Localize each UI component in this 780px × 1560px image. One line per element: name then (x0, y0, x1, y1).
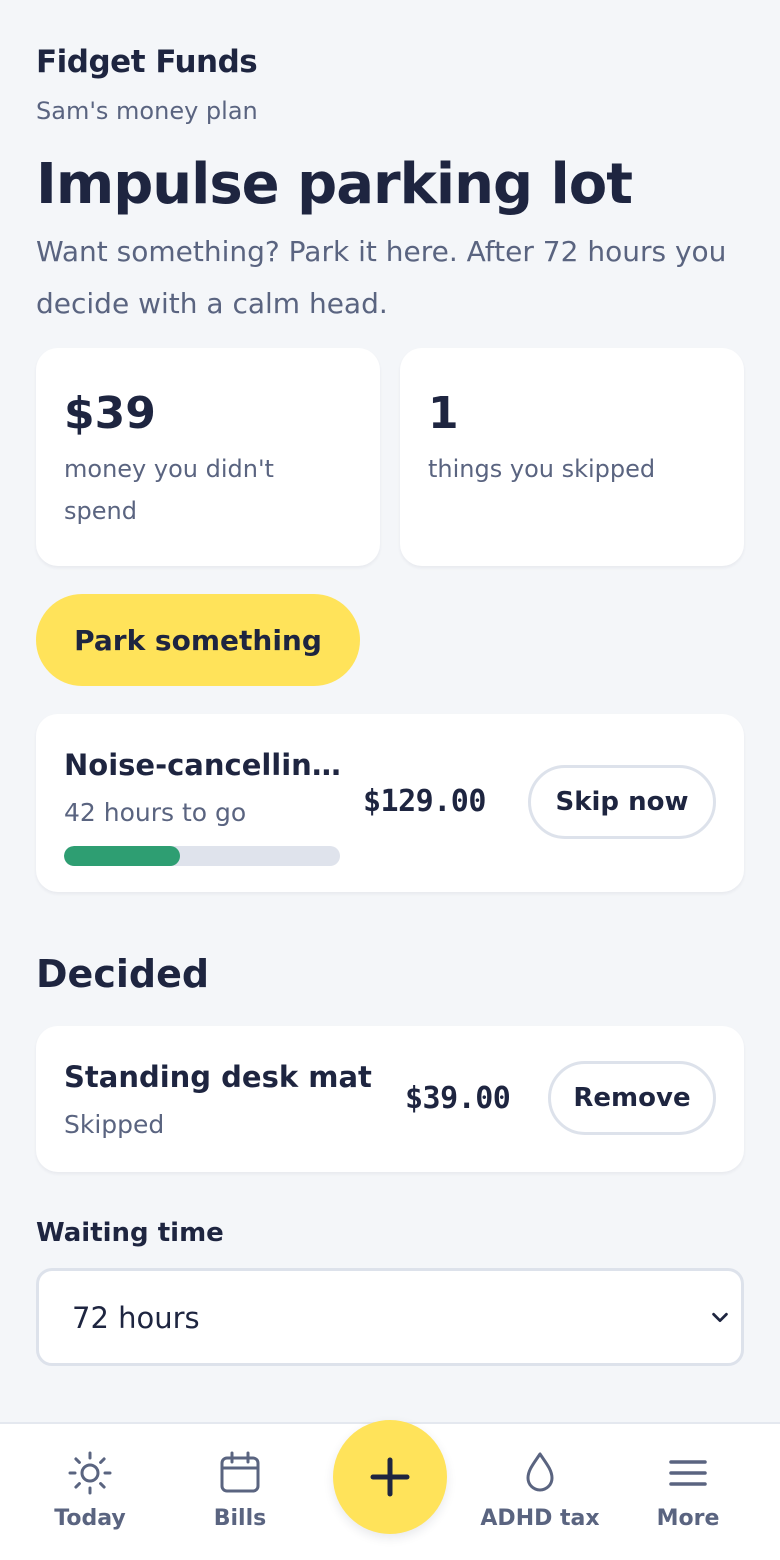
app-subtitle: Sam's money plan (36, 97, 258, 125)
stat-label: money you didn't spend (64, 455, 274, 525)
menu-icon (669, 1460, 707, 1486)
nav-label: ADHD tax (480, 1506, 600, 1531)
add-button[interactable] (333, 1420, 447, 1534)
waiting-item-card: Noise-cancelling headphones 42 hours to … (36, 714, 744, 892)
skip-now-button[interactable]: Skip now (528, 765, 716, 839)
item-countdown: 42 hours to go (64, 798, 247, 827)
waiting-time-value: 72 hours (72, 1301, 200, 1335)
nav-item-more[interactable]: More (618, 1424, 758, 1560)
wait-progress-fill (64, 846, 180, 866)
item-price: $129.00 (363, 784, 486, 819)
item-price: $39.00 (405, 1081, 511, 1116)
stat-value: $39 (64, 388, 156, 439)
stat-value: 1 (428, 388, 459, 439)
nav-item-adhd-tax[interactable]: ADHD tax (470, 1424, 610, 1560)
plus-icon (370, 1457, 410, 1497)
calendar-icon (220, 1451, 260, 1493)
app-name: Fidget Funds (36, 44, 258, 80)
remove-button[interactable]: Remove (548, 1061, 716, 1135)
park-something-button[interactable]: Park something (36, 594, 360, 686)
stat-label: things you skipped (428, 455, 656, 483)
wait-progress-bar (64, 846, 340, 866)
stat-card-money-saved: $39 money you didn't spend (36, 348, 380, 566)
nav-label: More (656, 1506, 720, 1531)
drop-icon (526, 1452, 554, 1492)
decided-section-title: Decided (36, 952, 210, 996)
decided-item-card: Standing desk mat Skipped $39.00 Remove (36, 1026, 744, 1172)
nav-label: Today (54, 1506, 126, 1531)
nav-item-today[interactable]: Today (20, 1424, 160, 1560)
page-description: Want something? Park it here. After 72 h… (36, 235, 727, 320)
nav-item-bills[interactable]: Bills (170, 1424, 310, 1560)
waiting-time-select[interactable]: 72 hours (36, 1268, 744, 1366)
stat-card-things-skipped: 1 things you skipped (400, 348, 744, 566)
item-status: Skipped (64, 1110, 165, 1139)
chevron-down-icon (712, 1312, 728, 1323)
sun-icon (68, 1451, 112, 1495)
item-name: Standing desk mat (64, 1060, 372, 1094)
waiting-time-label: Waiting time (36, 1218, 224, 1248)
page-title: Impulse parking lot (36, 152, 633, 217)
item-name: Noise-cancelling headphones (64, 748, 342, 782)
nav-label: Bills (213, 1506, 267, 1531)
